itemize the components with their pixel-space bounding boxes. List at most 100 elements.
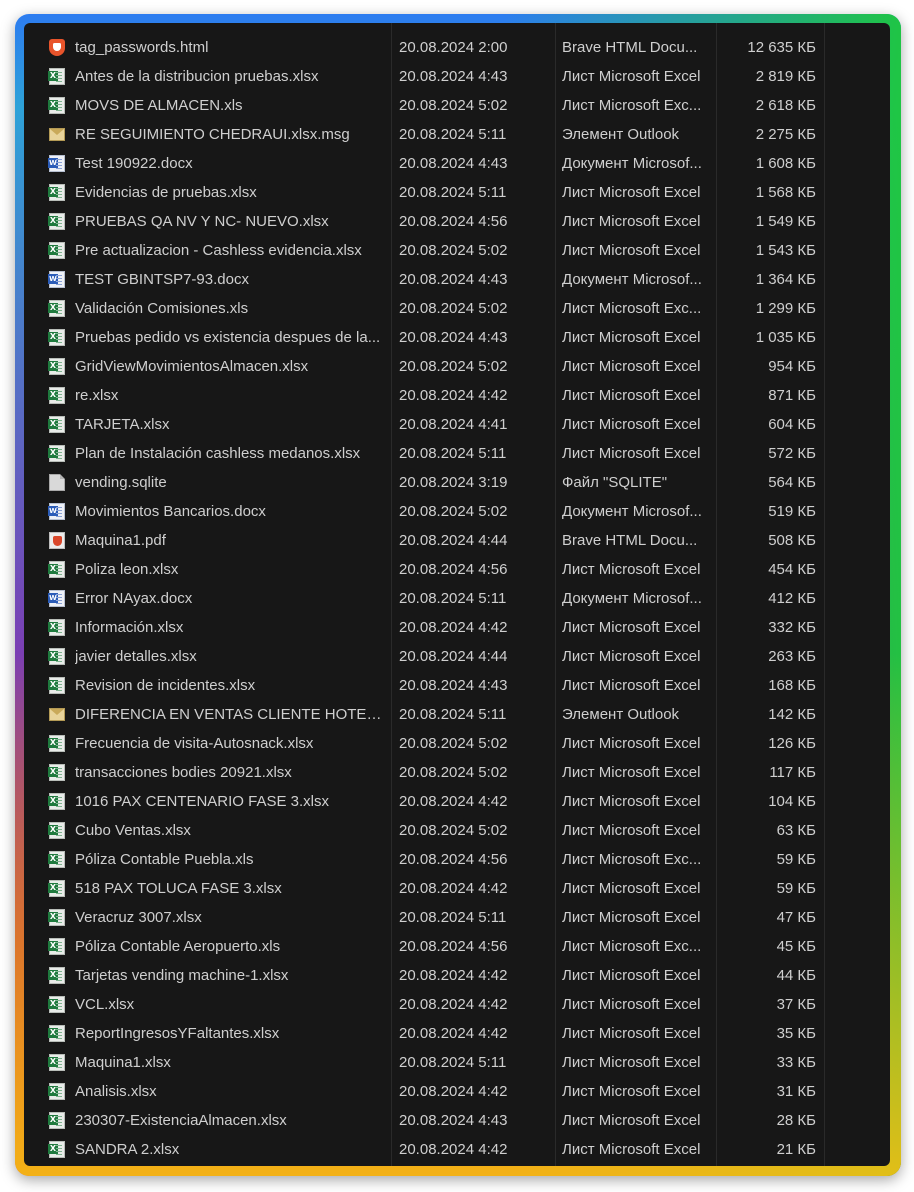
file-size: 332 КБ	[768, 619, 816, 636]
file-row[interactable]: SANDRA 2.xlsx 20.08.2024 4:42 Лист Microso…	[24, 1135, 890, 1164]
file-type: Лист Microsoft Excel	[562, 184, 701, 201]
file-row[interactable]: vending.sqlite 20.08.2024 3:19 Файл "SQLIT…	[24, 468, 890, 497]
file-size: 519 КБ	[768, 503, 816, 520]
file-name: Validación Comisiones.xls	[75, 300, 249, 317]
excel-file-icon	[48, 387, 65, 404]
file-type: Brave HTML Docu...	[562, 532, 698, 549]
file-row[interactable]: tag_passwords.html 20.08.2024 2:00 Brave H…	[24, 33, 890, 62]
file-row[interactable]: PRUEBAS QA NV Y NC- NUEVO.xlsx 20.08.2024…	[24, 207, 890, 236]
file-date-modified: 20.08.2024 5:02	[399, 242, 508, 259]
file-row[interactable]: re.xlsx 20.08.2024 4:42 Лист Microsoft Exc…	[24, 381, 890, 410]
file-row[interactable]: Maquina1.pdf 20.08.2024 4:44 Brave HTML Do…	[24, 526, 890, 555]
file-size: 454 КБ	[768, 561, 816, 578]
file-name: Póliza Contable Puebla.xls	[75, 851, 254, 868]
file-row[interactable]: Poliza leon.xlsx 20.08.2024 4:56 Лист Micr…	[24, 555, 890, 584]
file-type: Лист Microsoft Excel	[562, 648, 701, 665]
word-file-icon	[48, 155, 65, 172]
file-name: SANDRA 2.xlsx	[75, 1141, 180, 1158]
file-type: Лист Microsoft Excel	[562, 358, 701, 375]
file-row[interactable]: Movimientos Bancarios.docx 20.08.2024 5:0…	[24, 497, 890, 526]
file-size: 508 КБ	[768, 532, 816, 549]
excel-file-icon	[48, 1083, 65, 1100]
file-size: 28 КБ	[776, 1112, 816, 1129]
file-row[interactable]: transacciones bodies 20921.xlsx 20.08.202…	[24, 758, 890, 787]
file-row[interactable]: Error NAyax.docx 20.08.2024 5:11 Документ …	[24, 584, 890, 613]
file-row[interactable]: 518 PAX TOLUCA FASE 3.xlsx 20.08.2024 4:4…	[24, 874, 890, 903]
file-row[interactable]: Veracruz 3007.xlsx 20.08.2024 5:11 Лист Mi…	[24, 903, 890, 932]
outlook-message-icon	[49, 128, 65, 141]
file-size: 2 819 КБ	[755, 68, 816, 85]
file-row[interactable]: DIFERENCIA EN VENTAS CLIENTE HOTELE... 20…	[24, 700, 890, 729]
file-row[interactable]: Póliza Contable Puebla.xls 20.08.2024 4:5…	[24, 845, 890, 874]
excel-file-icon	[48, 938, 65, 955]
file-date-modified: 20.08.2024 4:42	[399, 1025, 508, 1042]
excel-file-icon	[48, 561, 65, 578]
file-size: 1 549 КБ	[755, 213, 816, 230]
file-type: Документ Microsof...	[562, 503, 702, 520]
file-type: Лист Microsoft Excel	[562, 764, 701, 781]
word-file-icon	[48, 590, 65, 607]
file-type: Лист Microsoft Excel	[562, 68, 701, 85]
file-date-modified: 20.08.2024 5:11	[399, 909, 507, 926]
file-name: ReportIngresosYFaltantes.xlsx	[75, 1025, 280, 1042]
file-row[interactable]: TARJETA.xlsx 20.08.2024 4:41 Лист Microsof…	[24, 410, 890, 439]
file-size: 412 КБ	[768, 590, 816, 607]
file-row[interactable]: Cubo Ventas.xlsx 20.08.2024 5:02 Лист Micr…	[24, 816, 890, 845]
file-row[interactable]: GridViewMovimientosAlmacen.xlsx 20.08.202…	[24, 352, 890, 381]
file-type: Лист Microsoft Excel	[562, 242, 701, 259]
excel-file-icon	[48, 793, 65, 810]
file-row[interactable]: Información.xlsx 20.08.2024 4:42 Лист Micr…	[24, 613, 890, 642]
excel-file-icon	[48, 68, 65, 85]
file-date-modified: 20.08.2024 5:02	[399, 764, 508, 781]
file-name: TARJETA.xlsx	[75, 416, 170, 433]
word-file-icon	[48, 271, 65, 288]
file-name: TEST GBINTSP7-93.docx	[75, 271, 249, 288]
file-row[interactable]: Plan de Instalación cashless medanos.xls…	[24, 439, 890, 468]
file-row[interactable]: MOVS DE ALMACEN.xls 20.08.2024 5:02 Лист M…	[24, 91, 890, 120]
file-size: 1 364 КБ	[755, 271, 816, 288]
file-type: Лист Microsoft Excel	[562, 416, 701, 433]
file-row[interactable]: Pruebas pedido vs existencia despues de …	[24, 323, 890, 352]
file-date-modified: 20.08.2024 5:02	[399, 503, 508, 520]
file-row[interactable]: Frecuencia de visita-Autosnack.xlsx 20.08…	[24, 729, 890, 758]
file-row[interactable]: Tarjetas vending machine-1.xlsx 20.08.202…	[24, 961, 890, 990]
brave-html-icon	[49, 39, 65, 56]
file-name: 1016 PAX CENTENARIO FASE 3.xlsx	[75, 793, 329, 810]
file-size: 37 КБ	[776, 996, 816, 1013]
generic-file-icon	[49, 474, 65, 491]
file-row[interactable]: RE SEGUIMIENTO CHEDRAUI.xlsx.msg 20.08.20…	[24, 120, 890, 149]
file-row[interactable]: Test 190922.docx 20.08.2024 4:43 Документ …	[24, 149, 890, 178]
file-name: Evidencias de pruebas.xlsx	[75, 184, 257, 201]
file-row[interactable]: Antes de la distribucion pruebas.xlsx 20.…	[24, 62, 890, 91]
file-size: 1 299 КБ	[755, 300, 816, 317]
file-size: 117 КБ	[769, 764, 816, 781]
file-row[interactable]: Analisis.xlsx 20.08.2024 4:42 Лист Microso…	[24, 1077, 890, 1106]
file-date-modified: 20.08.2024 4:56	[399, 561, 508, 578]
file-type: Лист Microsoft Excel	[562, 619, 701, 636]
file-name: transacciones bodies 20921.xlsx	[75, 764, 292, 781]
file-date-modified: 20.08.2024 5:11	[399, 1054, 507, 1071]
file-list: tag_passwords.html 20.08.2024 2:00 Brave H…	[24, 33, 890, 1164]
file-type: Лист Microsoft Excel	[562, 445, 701, 462]
file-date-modified: 20.08.2024 5:11	[399, 706, 507, 723]
file-row[interactable]: javier detalles.xlsx 20.08.2024 4:44 Лист …	[24, 642, 890, 671]
file-row[interactable]: ReportIngresosYFaltantes.xlsx 20.08.2024 …	[24, 1019, 890, 1048]
file-size: 871 КБ	[768, 387, 816, 404]
file-row[interactable]: Pre actualizacion - Cashless evidencia.x…	[24, 236, 890, 265]
file-size: 572 КБ	[768, 445, 816, 462]
file-size: 1 035 КБ	[755, 329, 816, 346]
file-row[interactable]: 1016 PAX CENTENARIO FASE 3.xlsx 20.08.202…	[24, 787, 890, 816]
file-row[interactable]: Póliza Contable Aeropuerto.xls 20.08.2024…	[24, 932, 890, 961]
file-row[interactable]: TEST GBINTSP7-93.docx 20.08.2024 4:43 Доку…	[24, 265, 890, 294]
file-date-modified: 20.08.2024 4:42	[399, 1083, 508, 1100]
file-name: VCL.xlsx	[75, 996, 135, 1013]
file-type: Лист Microsoft Excel	[562, 677, 701, 694]
file-row[interactable]: Validación Comisiones.xls 20.08.2024 5:02…	[24, 294, 890, 323]
excel-file-icon	[48, 764, 65, 781]
file-row[interactable]: Evidencias de pruebas.xlsx 20.08.2024 5:1…	[24, 178, 890, 207]
file-row[interactable]: VCL.xlsx 20.08.2024 4:42 Лист Microsoft Ex…	[24, 990, 890, 1019]
excel-file-icon	[48, 1112, 65, 1129]
file-row[interactable]: 230307-ExistenciaAlmacen.xlsx 20.08.2024 …	[24, 1106, 890, 1135]
file-row[interactable]: Revision de incidentes.xlsx 20.08.2024 4:…	[24, 671, 890, 700]
file-row[interactable]: Maquina1.xlsx 20.08.2024 5:11 Лист Microso…	[24, 1048, 890, 1077]
